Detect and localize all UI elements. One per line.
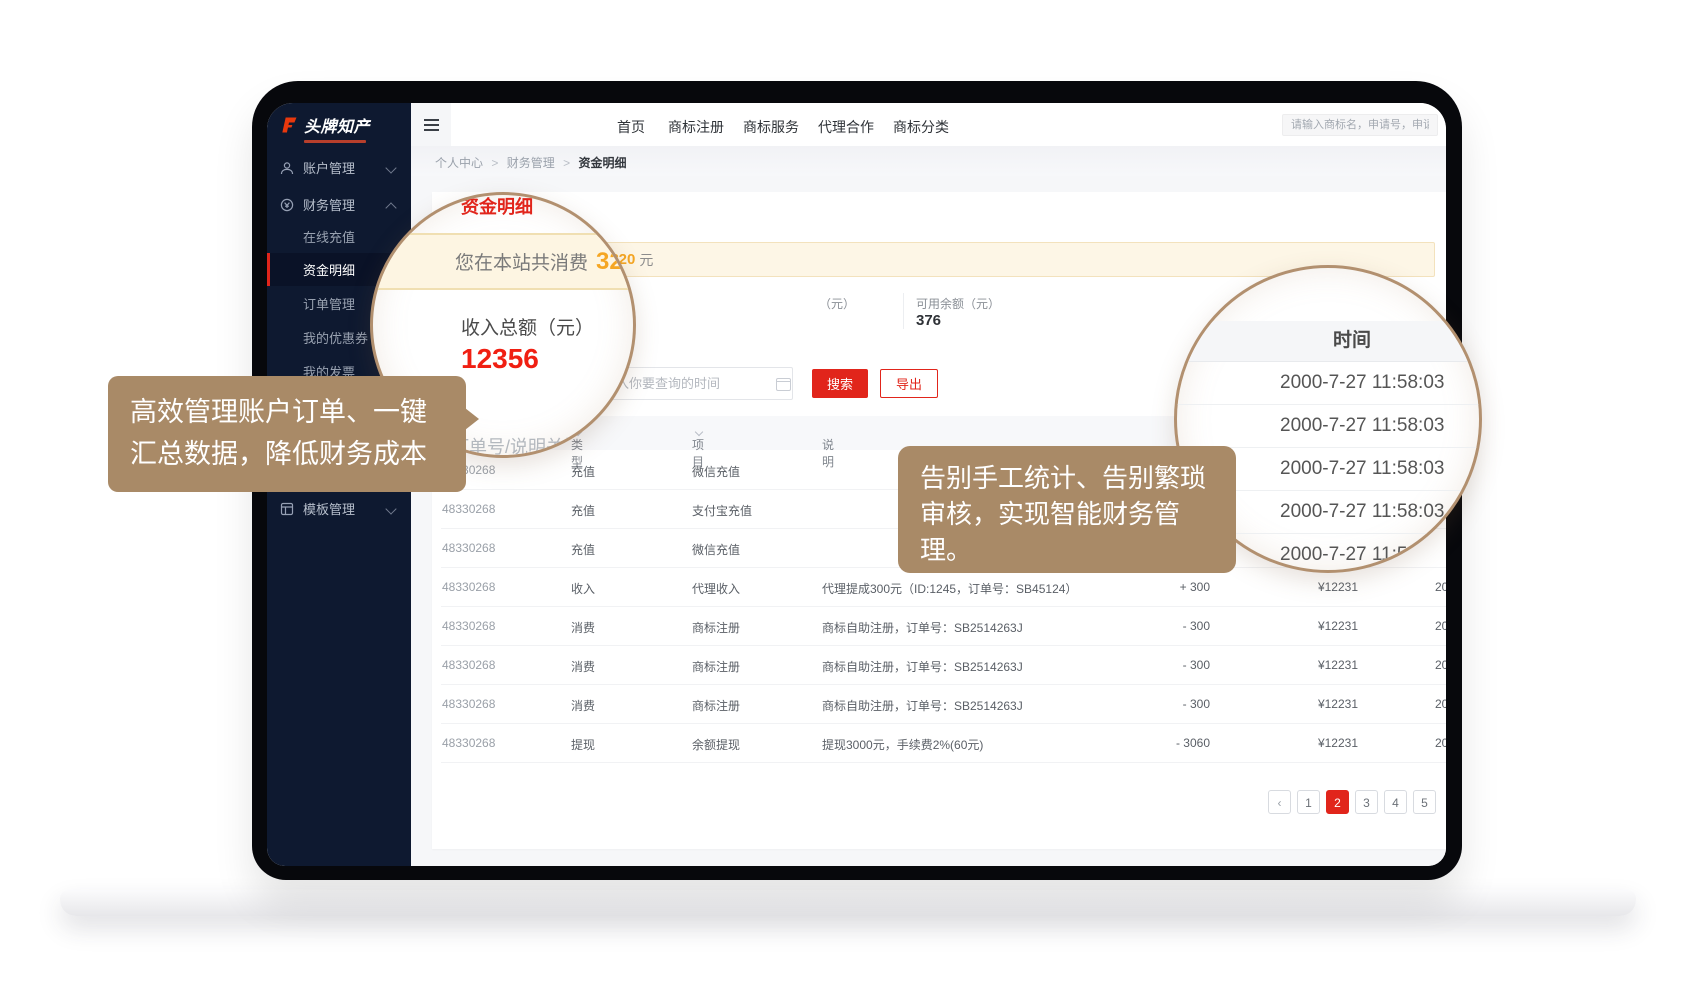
table-row: 48330268消费商标注册商标自助注册，订单号：SB2514263J- 300…	[441, 684, 1446, 724]
table-row: 48330268收入代理收入代理提成300元（ID:1245，订单号：SB451…	[441, 567, 1446, 607]
nav-agent-cooperation[interactable]: 代理合作	[818, 117, 874, 137]
breadcrumb-finance[interactable]: 财务管理	[507, 156, 555, 170]
chevron-down-icon	[385, 503, 396, 514]
nav-trademark-register[interactable]: 商标注册	[668, 117, 724, 137]
callout-left: 高效管理账户订单、一键汇总数据，降低财务成本	[108, 376, 466, 492]
stat-divider	[903, 293, 904, 329]
income-total-value: 12356	[461, 343, 539, 375]
brand-tagline	[304, 140, 366, 143]
magnified-banner: 您在本站共消费 32124	[370, 233, 636, 290]
nav-home[interactable]: 首页	[617, 117, 645, 137]
finance-icon	[280, 198, 295, 212]
pagination-page-3[interactable]: 3	[1355, 790, 1378, 814]
user-icon	[280, 161, 295, 175]
magnified-time-row: 2000-7-27 11:58:03	[1174, 361, 1482, 405]
magnified-time-header: 时间	[1174, 321, 1482, 362]
breadcrumb-personal-center[interactable]: 个人中心	[435, 156, 483, 170]
table-row: 48330268消费商标注册商标自助注册，订单号：SB2514263J- 300…	[441, 606, 1446, 646]
income-total-label: 收入总额（元）	[461, 313, 594, 340]
magnified-time-row: 2000-7-27 11:58:03	[1174, 404, 1482, 448]
sidebar-item-label: 财务管理	[303, 195, 387, 214]
callout-right: 告别手工统计、告别繁琐审核，实现智能财务管理。	[898, 446, 1236, 573]
hamburger-menu-icon[interactable]	[411, 103, 451, 146]
calendar-icon[interactable]	[776, 378, 791, 391]
callout-arrow	[465, 408, 479, 430]
chevron-down-icon	[385, 162, 396, 173]
table-row: 48330268消费商标注册商标自助注册，订单号：SB2514263J- 300…	[441, 645, 1446, 685]
trademark-search-input[interactable]	[1282, 114, 1438, 136]
template-icon	[280, 502, 295, 516]
sidebar-item-account[interactable]: 账户管理	[267, 151, 411, 184]
sort-caret-icon	[695, 428, 703, 436]
breadcrumb-funds-detail: 资金明细	[578, 156, 626, 170]
sidebar-item-template[interactable]: 模板管理	[267, 492, 411, 525]
sidebar-item-finance[interactable]: 财务管理	[267, 188, 411, 221]
sidebar-item-label: 账户管理	[303, 158, 387, 177]
top-navbar: 首页 商标注册 商标服务 代理合作 商标分类	[411, 103, 1446, 147]
export-button[interactable]: 导出	[880, 369, 938, 398]
pagination: ‹ 1 2 3 4 5	[1268, 790, 1436, 814]
col-project[interactable]: 项目	[692, 426, 702, 440]
laptop-base	[60, 890, 1636, 916]
search-button[interactable]: 搜索	[812, 369, 868, 398]
brand-name: 头牌知产	[304, 113, 370, 137]
magnified-input-placeholder: 订单号/说明关键	[451, 433, 582, 458]
brand-logo-icon	[279, 115, 299, 135]
sidebar-item-label: 模板管理	[303, 499, 387, 518]
pagination-page-5[interactable]: 5	[1413, 790, 1436, 814]
nav-trademark-category[interactable]: 商标分类	[893, 117, 949, 137]
stat-balance-value: 376	[916, 312, 941, 329]
table-row: 48330268提现余额提现提现3000元，手续费2%(60元)- 3060¥1…	[441, 723, 1446, 763]
magnified-consumption-amount: 32124	[596, 248, 636, 276]
active-indicator	[267, 253, 270, 286]
nav-trademark-service[interactable]: 商标服务	[743, 117, 799, 137]
breadcrumb: 个人中心 > 财务管理 > 资金明细	[435, 154, 626, 171]
stat-balance-label: 可用余额（元）	[916, 295, 1000, 312]
magnified-tab: 资金明细	[461, 193, 533, 219]
pagination-page-2-active[interactable]: 2	[1326, 790, 1349, 814]
breadcrumb-bar: 个人中心 > 财务管理 > 资金明细	[411, 146, 1446, 177]
pagination-page-4[interactable]: 4	[1384, 790, 1407, 814]
chevron-up-icon	[385, 202, 396, 213]
stat-expense-label: （元）	[819, 295, 855, 312]
pagination-prev-button[interactable]: ‹	[1268, 790, 1291, 814]
pagination-page-1[interactable]: 1	[1297, 790, 1320, 814]
brand-logo[interactable]: 头牌知产	[279, 113, 370, 137]
